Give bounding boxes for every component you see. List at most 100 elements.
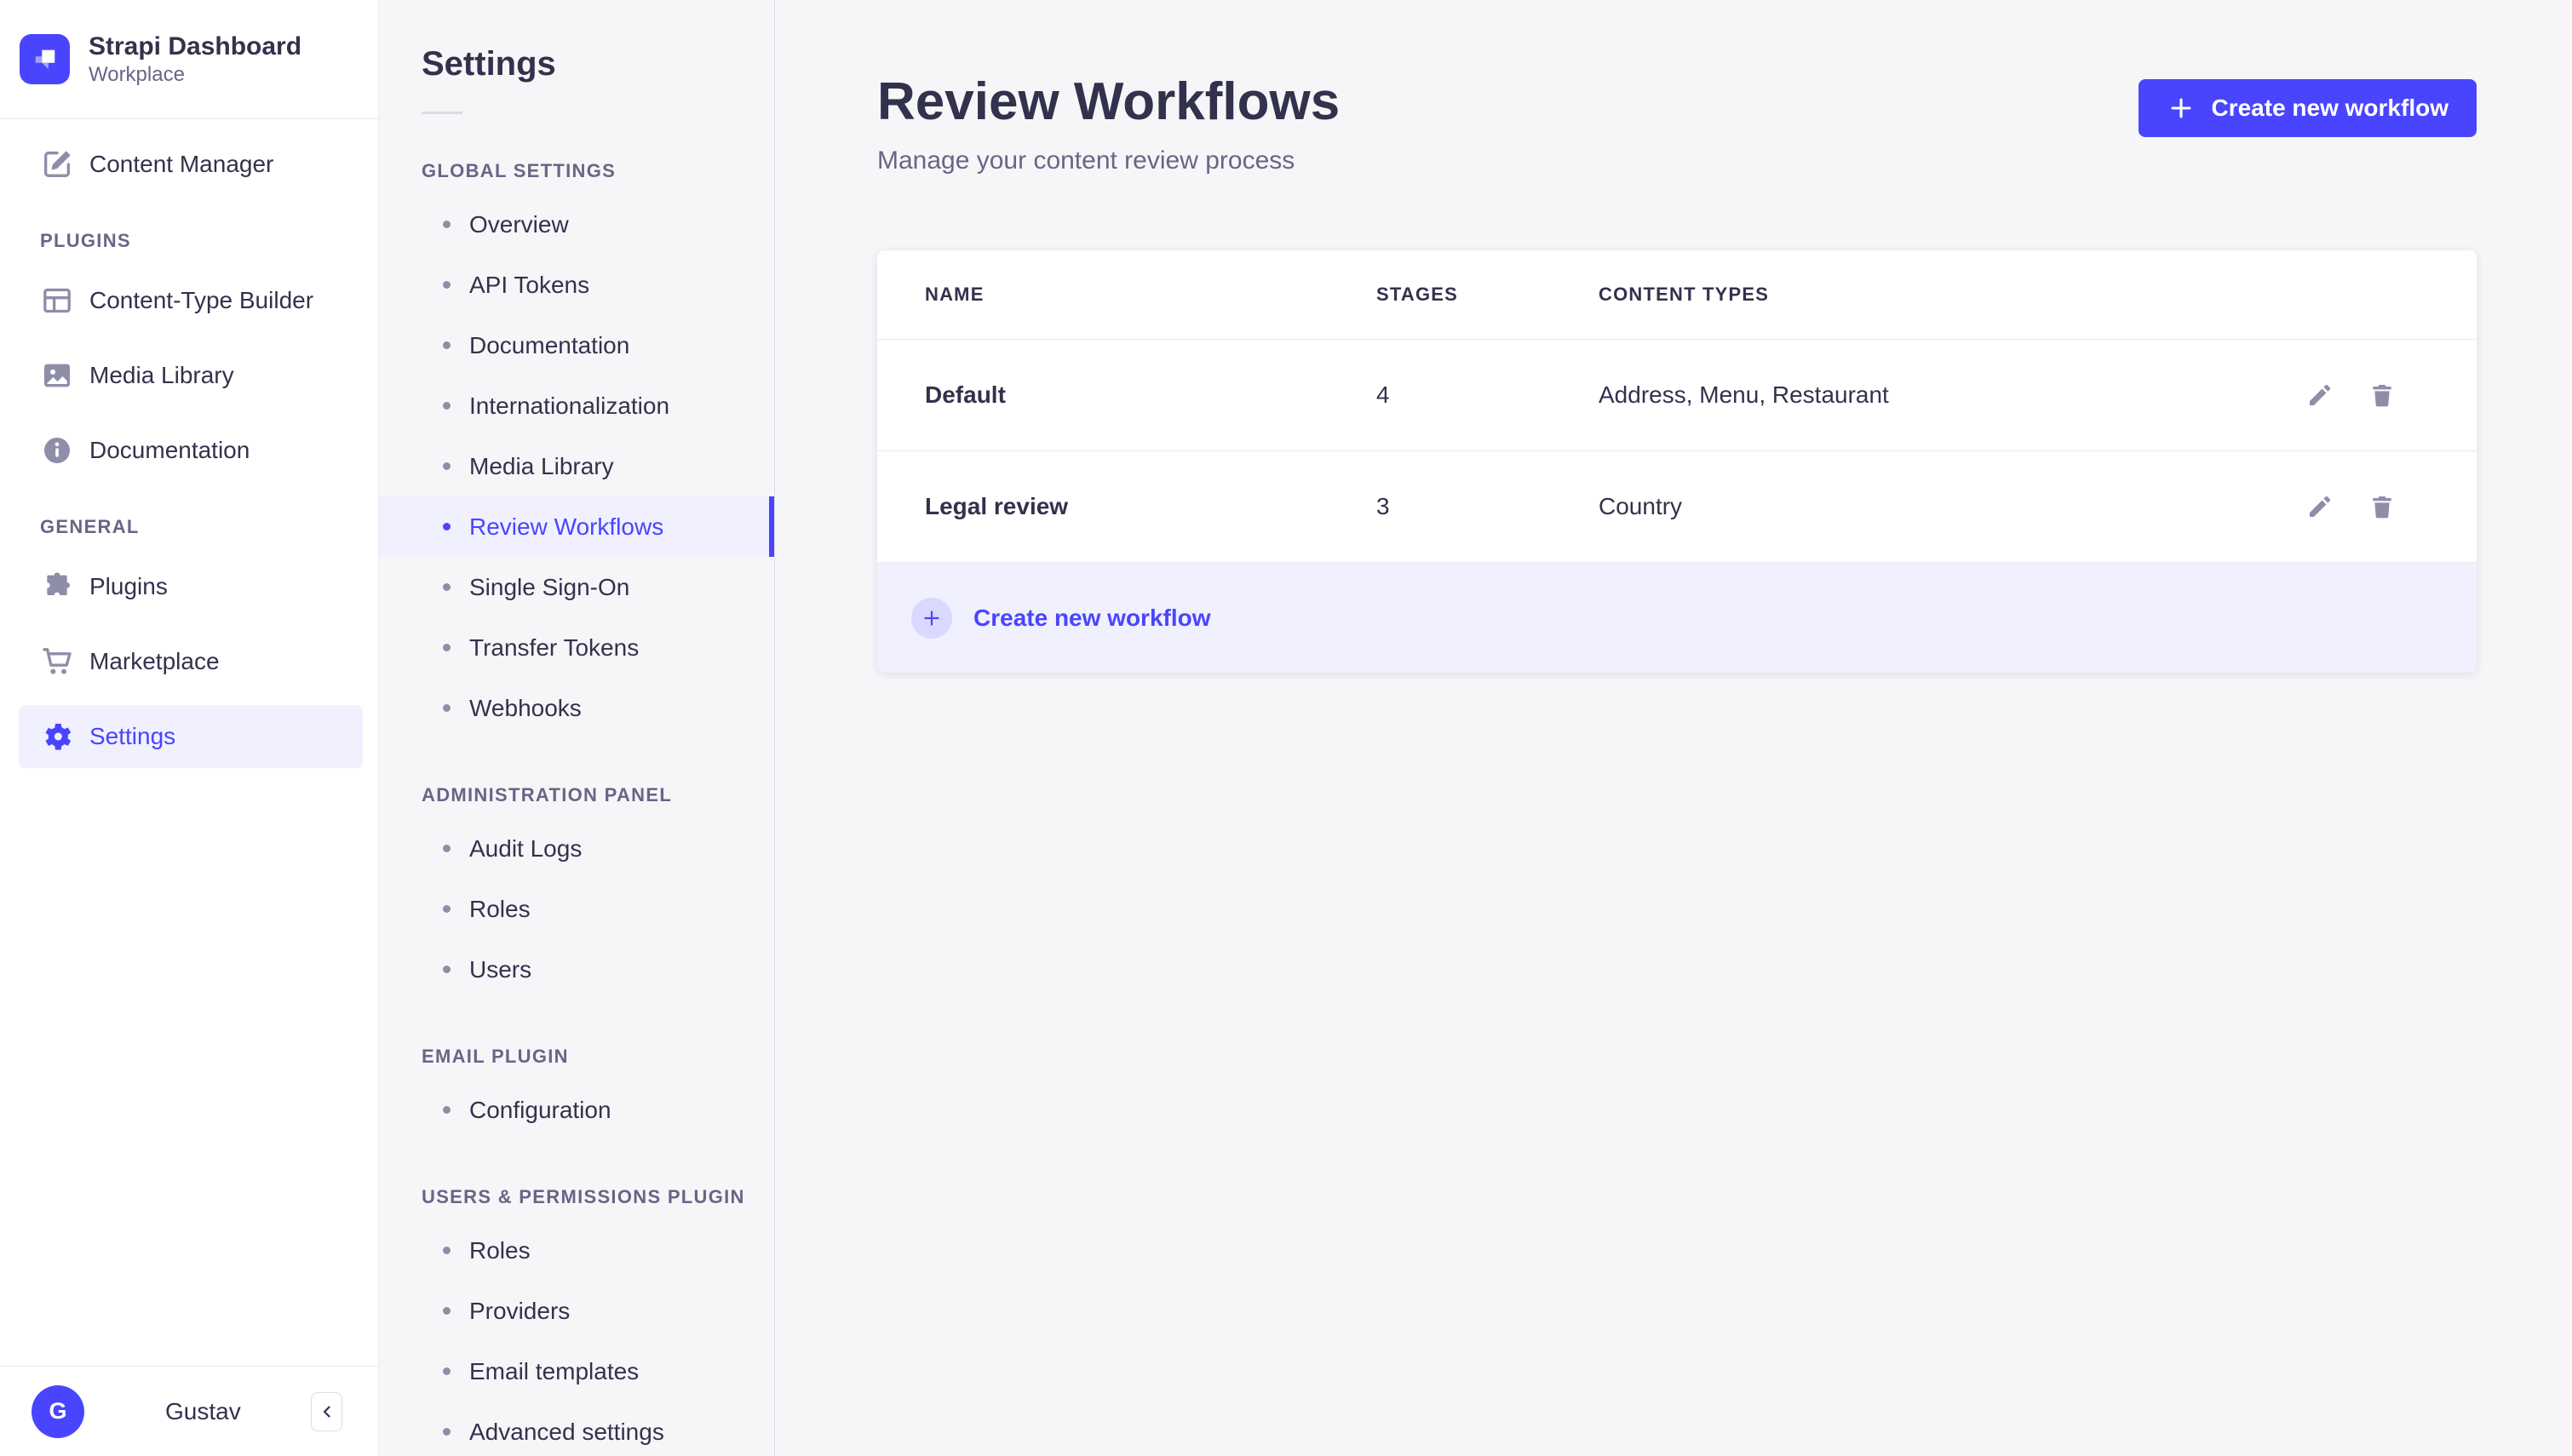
chevron-left-icon — [323, 1405, 330, 1418]
workflow-stages: 4 — [1376, 381, 1390, 409]
subnav-title: Settings — [422, 45, 556, 83]
sidebar-item-label: Content Manager — [89, 151, 274, 177]
settings-nav-item-advanced-settings[interactable]: Advanced settings — [379, 1402, 774, 1456]
bullet-icon — [443, 1428, 451, 1436]
bullet-icon — [443, 845, 451, 852]
workflow-name: Legal review — [925, 493, 1069, 520]
subnav-section-title: ADMINISTRATION PANEL — [422, 784, 673, 805]
create-workflow-button-label: Create new workflow — [2211, 95, 2449, 121]
plus-circle-icon — [911, 597, 952, 639]
info-icon — [44, 438, 70, 463]
subnav-section-title: EMAIL PLUGIN — [422, 1046, 569, 1067]
settings-nav-item-transfer-tokens[interactable]: Transfer Tokens — [379, 617, 774, 678]
column-header-name: NAME — [925, 284, 985, 306]
settings-nav-item-email-templates[interactable]: Email templates — [379, 1341, 774, 1402]
workspace-name: Workplace — [89, 63, 185, 87]
sidebar-item-label: Content-Type Builder — [89, 287, 314, 313]
main-content: Review Workflows Manage your content rev… — [775, 0, 2572, 1456]
user-name: Gustav — [165, 1397, 241, 1424]
settings-subnav: Settings GLOBAL SETTINGS Overview API To… — [379, 0, 775, 1456]
subnav-divider — [422, 112, 462, 114]
settings-nav-item-single-sign-on[interactable]: Single Sign-On — [379, 557, 774, 617]
sidebar-item-label: Plugins — [89, 573, 168, 599]
strapi-logo-icon — [20, 34, 70, 84]
bullet-icon — [443, 966, 451, 973]
collapse-sidebar-button[interactable] — [311, 1391, 342, 1431]
delete-workflow-button[interactable] — [2368, 493, 2396, 520]
edit-pen-icon — [44, 151, 71, 177]
row-actions — [2289, 493, 2477, 520]
settings-nav-item-api-tokens[interactable]: API Tokens — [379, 255, 774, 315]
sidebar-item-documentation[interactable]: Documentation — [19, 419, 363, 482]
settings-nav-item-internationalization[interactable]: Internationalization — [379, 375, 774, 436]
primary-sidebar: Strapi Dashboard Workplace Content Manag… — [0, 0, 379, 1456]
trash-icon — [2373, 496, 2391, 519]
settings-nav-item-documentation[interactable]: Documentation — [379, 315, 774, 375]
plus-icon — [924, 610, 939, 626]
edit-workflow-button[interactable] — [2306, 493, 2334, 520]
user-footer: G Gustav — [0, 1366, 378, 1456]
delete-workflow-button[interactable] — [2368, 381, 2396, 409]
settings-nav-item-audit-logs[interactable]: Audit Logs — [379, 818, 774, 879]
sidebar-item-media-library[interactable]: Media Library — [19, 344, 363, 407]
bullet-icon — [443, 704, 451, 712]
bullet-icon — [443, 523, 451, 530]
bullet-icon — [443, 583, 451, 591]
bullet-icon — [443, 1106, 451, 1114]
sidebar-item-plugins[interactable]: Plugins — [19, 555, 363, 618]
bullet-icon — [443, 221, 451, 228]
create-workflow-footer-label: Create new workflow — [973, 604, 1211, 631]
subnav-section-title: GLOBAL SETTINGS — [422, 160, 617, 181]
settings-nav-item-users[interactable]: Users — [379, 939, 774, 1000]
create-workflow-footer-button[interactable]: Create new workflow — [877, 562, 2477, 674]
settings-nav-item-media-library[interactable]: Media Library — [379, 436, 774, 496]
strapi-glyph-icon — [35, 49, 55, 69]
sidebar-item-label: Settings — [89, 723, 176, 749]
settings-nav-item-configuration[interactable]: Configuration — [379, 1080, 774, 1140]
sidebar-item-marketplace[interactable]: Marketplace — [19, 630, 363, 693]
sidebar-item-content-manager[interactable]: Content Manager — [19, 133, 363, 196]
workflow-stages: 3 — [1376, 493, 1390, 520]
settings-nav-item-admin-roles[interactable]: Roles — [379, 879, 774, 939]
subnav-section-email-plugin: EMAIL PLUGIN Configuration — [379, 1046, 774, 1140]
bullet-icon — [443, 1307, 451, 1315]
subnav-section-global-settings: GLOBAL SETTINGS Overview API Tokens Docu… — [379, 160, 774, 738]
workspace-text: Strapi Dashboard Workplace — [89, 31, 301, 89]
workflow-name: Default — [925, 381, 1006, 409]
settings-nav-item-up-roles[interactable]: Roles — [379, 1220, 774, 1281]
settings-nav-item-webhooks[interactable]: Webhooks — [379, 678, 774, 738]
plus-icon — [2172, 98, 2191, 118]
bullet-icon — [443, 402, 451, 410]
sidebar-section-general: GENERAL — [40, 516, 140, 537]
page-header: Review Workflows Manage your content rev… — [877, 72, 2477, 175]
subnav-section-administration-panel: ADMINISTRATION PANEL Audit Logs Roles Us… — [379, 784, 774, 1000]
bullet-icon — [443, 281, 451, 289]
subnav-section-title: USERS & PERMISSIONS PLUGIN — [422, 1186, 745, 1207]
bullet-icon — [443, 1247, 451, 1254]
image-icon — [44, 364, 70, 387]
avatar: G — [32, 1384, 84, 1438]
sidebar-item-label: Documentation — [89, 437, 250, 463]
page-header-text: Review Workflows Manage your content rev… — [877, 72, 1340, 175]
gear-icon — [45, 724, 72, 750]
subnav-section-users-permissions-plugin: USERS & PERMISSIONS PLUGIN Roles Provide… — [379, 1186, 774, 1456]
table-row[interactable]: Legal review 3 Country — [877, 450, 2477, 562]
sidebar-item-settings[interactable]: Settings — [19, 705, 363, 768]
app-root: Strapi Dashboard Workplace Content Manag… — [0, 0, 2572, 1456]
edit-workflow-button[interactable] — [2306, 381, 2334, 409]
bullet-icon — [443, 341, 451, 349]
table-row[interactable]: Default 4 Address, Menu, Restaurant — [877, 339, 2477, 450]
workflows-table-card: NAME STAGES CONTENT TYPES Default 4 Addr… — [877, 250, 2477, 674]
row-actions — [2289, 381, 2477, 409]
settings-nav-item-review-workflows[interactable]: Review Workflows — [379, 496, 774, 557]
settings-nav-item-providers[interactable]: Providers — [379, 1281, 774, 1341]
sidebar-item-label: Marketplace — [89, 648, 220, 674]
column-header-stages: STAGES — [1376, 284, 1459, 306]
primary-nav-list: Content Manager PLUGINS Content-Type Bui… — [0, 119, 378, 1366]
puzzle-icon — [47, 572, 70, 595]
sidebar-item-content-type-builder[interactable]: Content-Type Builder — [19, 269, 363, 332]
create-workflow-button[interactable]: Create new workflow — [2139, 79, 2477, 137]
settings-nav-item-overview[interactable]: Overview — [379, 194, 774, 255]
pencil-icon — [2310, 385, 2331, 406]
trash-icon — [2373, 385, 2391, 407]
